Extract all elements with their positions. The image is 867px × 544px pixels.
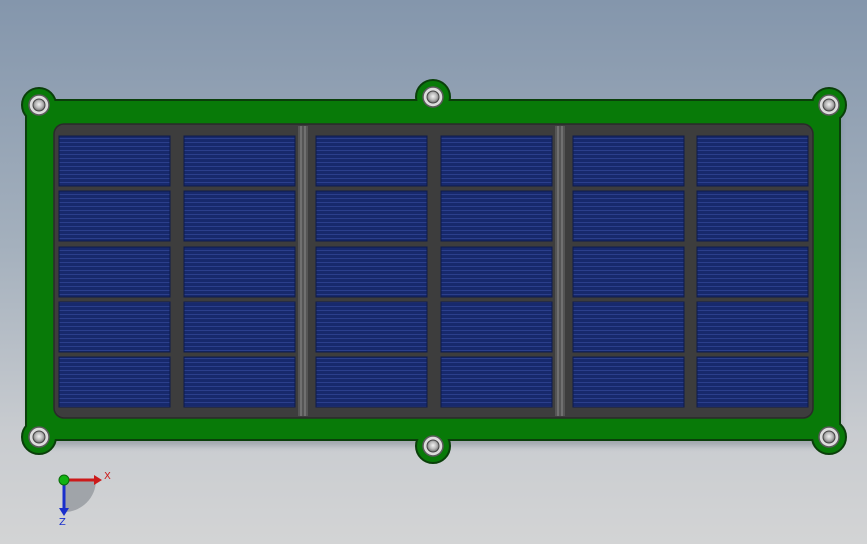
solar-cell[interactable] [58,356,171,408]
triad-z-arrow [59,508,69,516]
solar-cell[interactable] [183,135,296,187]
mounting-hole-bore [822,430,836,444]
solar-cell[interactable] [183,190,296,242]
solar-cell[interactable] [440,246,553,298]
solar-cell[interactable] [696,190,809,242]
solar-cell[interactable] [440,135,553,187]
solar-cell[interactable] [440,356,553,408]
triad-z-label: Z [59,517,66,528]
solar-cell[interactable] [315,356,428,408]
axis-triad[interactable]: X Z [44,462,124,532]
solar-cell[interactable] [58,135,171,187]
solar-cell[interactable] [183,246,296,298]
solar-cell[interactable] [572,356,685,408]
mounting-hole-bore [32,98,46,112]
solar-cell[interactable] [315,301,428,353]
solar-cell[interactable] [315,135,428,187]
solar-cell[interactable] [315,190,428,242]
triad-y-axis-dot [58,474,70,486]
solar-cell[interactable] [183,301,296,353]
solar-cell[interactable] [58,301,171,353]
triad-x-arrow [94,475,102,485]
solar-cell[interactable] [440,190,553,242]
solar-cell[interactable] [58,190,171,242]
solar-cell[interactable] [572,190,685,242]
group-separator [555,126,565,416]
solar-cell[interactable] [440,301,553,353]
triad-quarter-shade [64,480,96,512]
group-separator [298,126,308,416]
mounting-hole-bore [32,430,46,444]
solar-cell[interactable] [572,301,685,353]
solar-cell[interactable] [315,246,428,298]
solar-cell[interactable] [572,246,685,298]
cad-viewport[interactable]: X Z [0,0,867,544]
mounting-hole-bore [426,90,440,104]
solar-cell[interactable] [696,356,809,408]
solar-panel-model[interactable] [0,0,867,544]
solar-cell[interactable] [696,135,809,187]
solar-cell[interactable] [183,356,296,408]
mounting-hole-bore [426,439,440,453]
mounting-hole-bore [822,98,836,112]
solar-cell[interactable] [58,246,171,298]
triad-x-label: X [104,471,111,482]
solar-cell[interactable] [696,301,809,353]
solar-cell[interactable] [572,135,685,187]
solar-cell[interactable] [696,246,809,298]
